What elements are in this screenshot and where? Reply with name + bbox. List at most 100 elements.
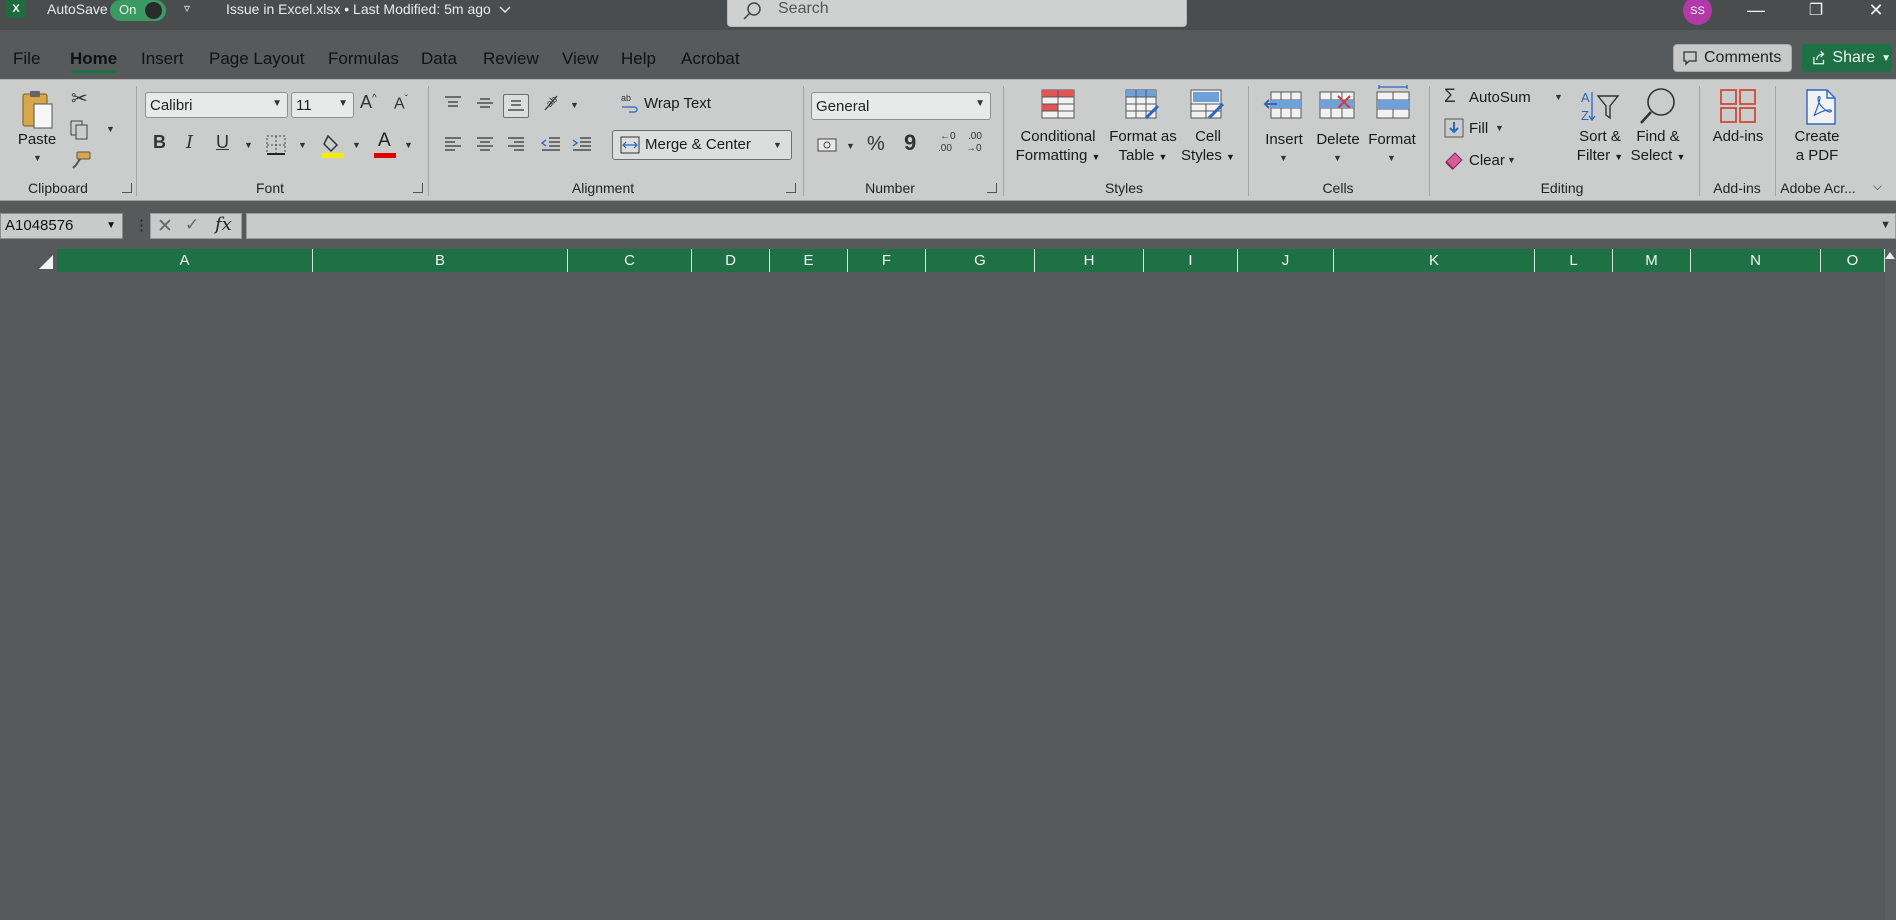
- autosum-dropdown-icon[interactable]: ▼: [1554, 92, 1563, 102]
- search-input[interactable]: [778, 0, 1158, 18]
- bottom-align-button[interactable]: [503, 94, 529, 118]
- clear-dropdown-icon[interactable]: ▼: [1507, 155, 1516, 165]
- comments-button[interactable]: Comments: [1673, 44, 1792, 72]
- column-header-n[interactable]: N: [1691, 249, 1821, 272]
- create-pdf-icon[interactable]: [1804, 88, 1838, 126]
- fill-button[interactable]: Fill ▼: [1442, 118, 1512, 142]
- delete-dropdown-icon[interactable]: ▼: [1333, 153, 1342, 163]
- cancel-icon[interactable]: ✕: [157, 215, 173, 238]
- formula-bar-options-icon[interactable]: ⋮: [134, 216, 149, 234]
- close-button[interactable]: ✕: [1852, 0, 1896, 24]
- tab-acrobat[interactable]: Acrobat: [681, 49, 740, 69]
- add-ins-label[interactable]: Add-ins: [1713, 127, 1764, 146]
- minimize-button[interactable]: —: [1732, 0, 1780, 24]
- share-button[interactable]: Share ▼: [1802, 44, 1892, 72]
- copy-dropdown-icon[interactable]: ▼: [106, 124, 115, 134]
- autosave-toggle[interactable]: On: [110, 0, 166, 21]
- orientation-dropdown-icon[interactable]: ▼: [570, 100, 579, 110]
- format-painter-icon[interactable]: [70, 150, 92, 170]
- column-header-b[interactable]: B: [313, 249, 568, 272]
- format-as-table-label[interactable]: Format as Table ▼: [1109, 127, 1177, 167]
- fill-color-icon[interactable]: [322, 132, 344, 158]
- find-select-label[interactable]: Find & Select ▼: [1631, 127, 1686, 167]
- decrease-decimal-button[interactable]: .00 →0: [964, 131, 988, 157]
- fill-color-dropdown-icon[interactable]: ▼: [352, 140, 361, 150]
- copy-icon[interactable]: [70, 120, 92, 140]
- decrease-font-size-icon[interactable]: Aˇ: [394, 94, 408, 113]
- column-header-k[interactable]: K: [1334, 249, 1535, 272]
- column-header-m[interactable]: M: [1613, 249, 1691, 272]
- number-launcher-icon[interactable]: [987, 183, 997, 193]
- format-cells-label[interactable]: Format: [1368, 130, 1416, 149]
- insert-dropdown-icon[interactable]: ▼: [1279, 153, 1288, 163]
- format-as-table-icon[interactable]: [1124, 88, 1160, 122]
- tab-file[interactable]: File: [13, 49, 40, 69]
- number-format-select[interactable]: General ▼: [811, 92, 991, 120]
- create-pdf-label[interactable]: Create a PDF: [1794, 127, 1839, 165]
- autosum-button[interactable]: Σ AutoSum ▼: [1442, 86, 1563, 111]
- delete-cells-icon[interactable]: [1318, 90, 1358, 120]
- merge-center-button[interactable]: Merge & Center ▼: [612, 130, 792, 160]
- percent-style-button[interactable]: %: [867, 133, 885, 156]
- bold-button[interactable]: B: [153, 132, 166, 153]
- font-name-select[interactable]: Calibri ▼: [145, 92, 288, 118]
- column-header-h[interactable]: H: [1035, 249, 1144, 272]
- middle-align-icon[interactable]: [476, 95, 494, 111]
- borders-icon[interactable]: [266, 135, 286, 155]
- wrap-text-button[interactable]: ab Wrap Text: [612, 90, 722, 118]
- column-header-c[interactable]: C: [568, 249, 692, 272]
- orientation-icon[interactable]: ab: [542, 92, 566, 114]
- format-dropdown-icon[interactable]: ▼: [1387, 153, 1396, 163]
- name-box[interactable]: A1048576 ▼: [0, 213, 123, 239]
- expand-formula-bar-icon[interactable]: ▼: [1880, 219, 1891, 231]
- conditional-formatting-label[interactable]: Conditional Formatting ▼: [1016, 127, 1101, 167]
- alignment-launcher-icon[interactable]: [786, 183, 796, 193]
- vertical-scrollbar[interactable]: [1885, 249, 1896, 920]
- tab-insert[interactable]: Insert: [141, 49, 184, 69]
- accounting-format-icon[interactable]: [816, 135, 840, 155]
- tab-help[interactable]: Help: [621, 49, 656, 69]
- column-header-f[interactable]: F: [848, 249, 926, 272]
- paste-dropdown-icon[interactable]: ▼: [33, 153, 42, 163]
- underline-dropdown-icon[interactable]: ▼: [244, 140, 253, 150]
- font-color-dropdown-icon[interactable]: ▼: [404, 140, 413, 150]
- column-header-d[interactable]: D: [692, 249, 770, 272]
- increase-decimal-button[interactable]: ←0 .00: [934, 131, 958, 157]
- column-header-j[interactable]: J: [1238, 249, 1334, 272]
- format-cells-icon[interactable]: [1373, 84, 1413, 120]
- add-ins-icon[interactable]: [1719, 88, 1757, 124]
- scroll-up-arrow-icon[interactable]: [1885, 252, 1895, 259]
- cell-styles-icon[interactable]: [1189, 88, 1225, 122]
- comma-style-button[interactable]: 9: [904, 130, 916, 156]
- insert-cells-icon[interactable]: [1263, 90, 1303, 120]
- share-dropdown-icon[interactable]: ▼: [1881, 53, 1891, 64]
- top-align-icon[interactable]: [444, 95, 462, 111]
- increase-indent-icon[interactable]: [572, 136, 592, 152]
- user-avatar[interactable]: SS: [1683, 0, 1712, 25]
- insert-cells-label[interactable]: Insert: [1265, 130, 1303, 149]
- decrease-indent-icon[interactable]: [541, 136, 561, 152]
- document-title[interactable]: Issue in Excel.xlsx • Last Modified: 5m …: [226, 1, 511, 17]
- insert-function-icon[interactable]: fx: [215, 214, 232, 235]
- font-launcher-icon[interactable]: [413, 183, 423, 193]
- customize-qat-icon[interactable]: ▿: [184, 1, 190, 15]
- search-box[interactable]: [727, 0, 1187, 27]
- align-center-icon[interactable]: [476, 136, 494, 152]
- enter-icon[interactable]: ✓: [185, 215, 199, 235]
- fill-dropdown-icon[interactable]: ▼: [1495, 123, 1504, 133]
- column-header-a[interactable]: A: [57, 249, 313, 272]
- worksheet-grid[interactable]: [0, 272, 1885, 920]
- select-all-button[interactable]: [0, 249, 57, 272]
- restore-button[interactable]: ❐: [1792, 0, 1840, 24]
- tab-home[interactable]: Home: [70, 49, 117, 69]
- tab-view[interactable]: View: [562, 49, 599, 69]
- paste-icon[interactable]: [20, 88, 56, 132]
- merge-dropdown-icon[interactable]: ▼: [773, 140, 782, 150]
- increase-font-size-icon[interactable]: A^: [360, 92, 377, 113]
- borders-dropdown-icon[interactable]: ▼: [298, 140, 307, 150]
- conditional-formatting-icon[interactable]: [1040, 88, 1076, 120]
- cut-icon[interactable]: ✂: [71, 86, 88, 111]
- font-color-button[interactable]: A: [374, 130, 396, 158]
- sort-filter-label[interactable]: Sort & Filter ▼: [1577, 127, 1623, 167]
- delete-cells-label[interactable]: Delete: [1316, 130, 1359, 149]
